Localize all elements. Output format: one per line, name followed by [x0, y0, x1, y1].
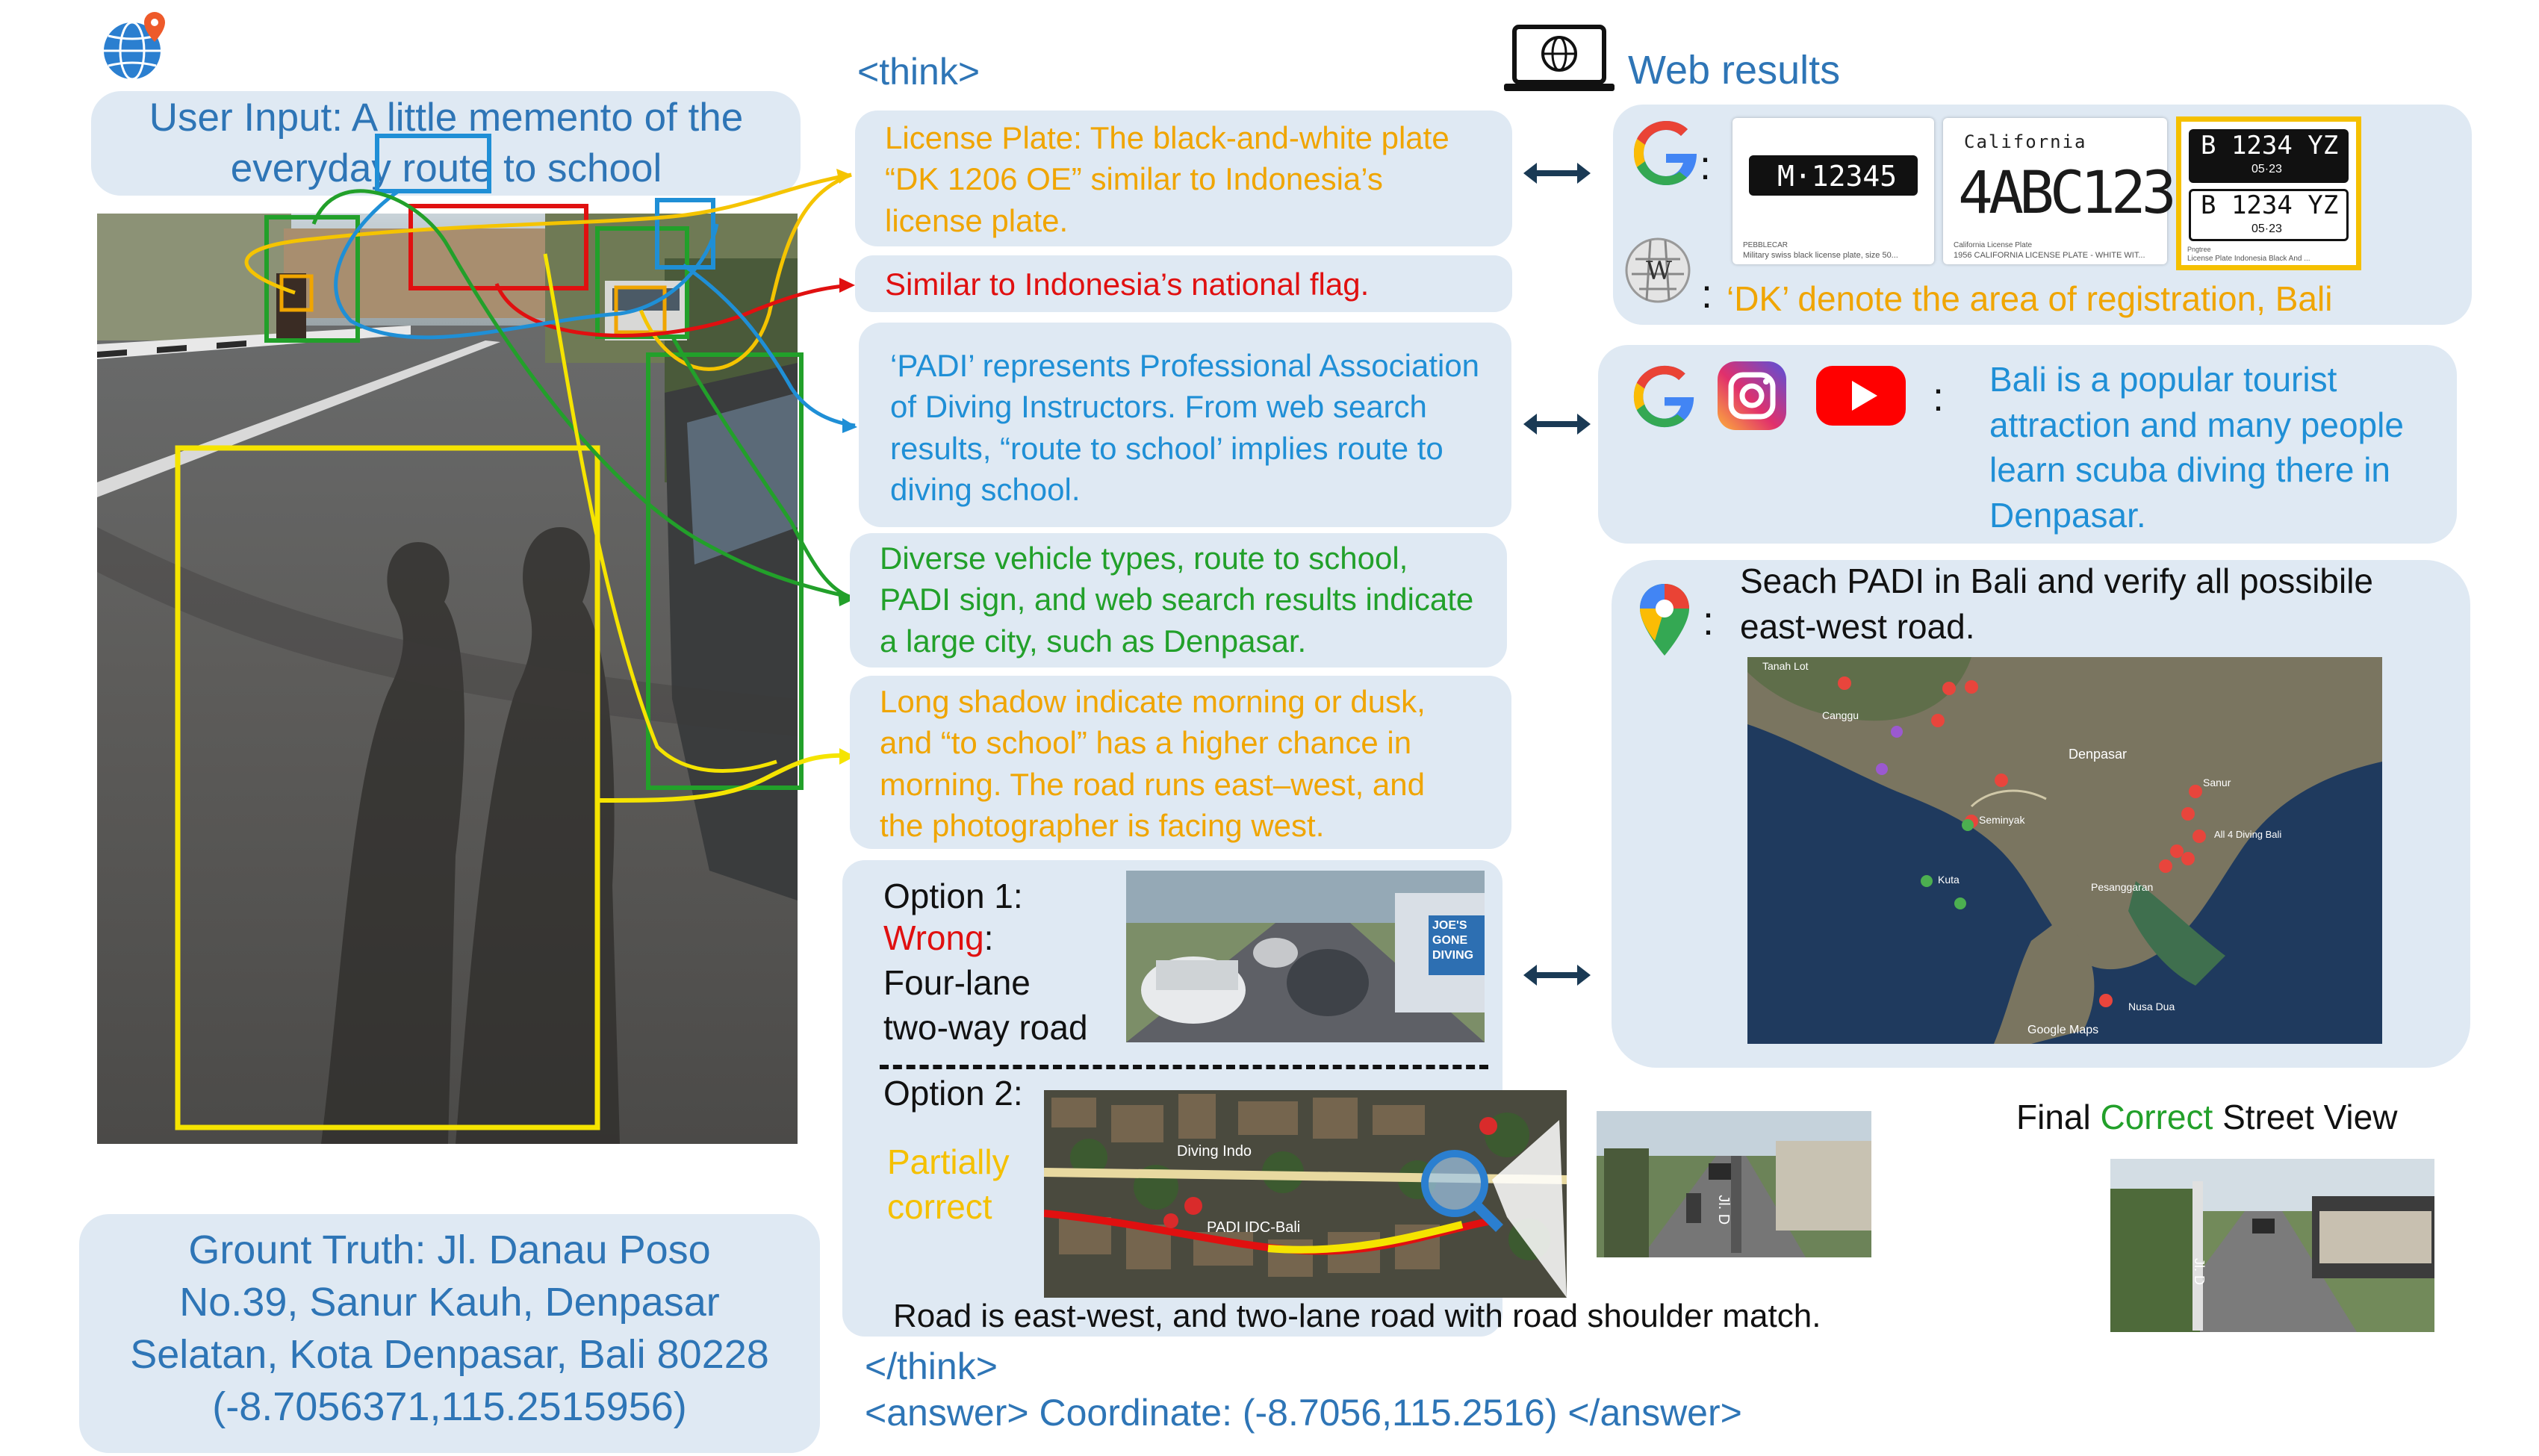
- think-close-tag: </think>: [865, 1345, 998, 1387]
- sign-text-1: JOE'S: [1432, 919, 1467, 932]
- google-maps-icon: [1638, 582, 1691, 657]
- plate-swiss-source: PEBBLECAR: [1743, 241, 1789, 249]
- google-colon: :: [1700, 143, 1712, 188]
- license-plate-text: License Plate: The black-and-white plate…: [885, 120, 1449, 238]
- plate-image-california: California 4ABC123 California License Pl…: [1943, 118, 2177, 264]
- plate-id-1-line2: 05·23: [2251, 163, 2282, 175]
- final-street-view-label: Final Correct Street View: [2016, 1096, 2397, 1138]
- option2-verdict-line-1: Partially: [887, 1142, 1010, 1181]
- double-arrow-2: [1523, 411, 1591, 438]
- option1-desc-line-1: Four-lane: [883, 963, 1031, 1002]
- plate-image-swiss: M·12345 PEBBLECAR Military swiss black l…: [1732, 118, 1934, 264]
- think-open-tag: <think>: [857, 51, 981, 93]
- map-label-sanur: Sanur: [2203, 777, 2231, 788]
- map-label-tanah-lot: Tanah Lot: [1762, 660, 1809, 672]
- youtube-icon: [1815, 363, 1907, 429]
- map-label-all4: All 4 Diving Bali: [2214, 829, 2282, 840]
- plate-ca-caption: 1956 CALIFORNIA LICENSE PLATE - WHITE WI…: [1954, 251, 2145, 260]
- plate-id-source: Pngtree: [2187, 246, 2211, 253]
- final-prefix: Final: [2016, 1098, 2101, 1136]
- plate-ca-text: 4ABC123: [1958, 160, 2177, 227]
- google-icon-2: [1632, 364, 1697, 429]
- plate-swiss-caption: Military swiss black license plate, size…: [1743, 251, 1898, 260]
- final-street-sign: Jl. D: [2191, 1257, 2207, 1285]
- plate-image-indonesia: B 1234 YZ 05·23 B 1234 YZ 05·23 Pngtree …: [2176, 116, 2361, 270]
- ground-truth-line-1: Grount Truth: Jl. Danau Poso: [188, 1228, 711, 1272]
- web-results-title: Web results: [1628, 48, 1841, 93]
- option1-desc-line-2: two-way road: [883, 1008, 1088, 1047]
- final-suffix: Street View: [2213, 1098, 2398, 1136]
- map-label-google: Google Maps: [2027, 1024, 2099, 1036]
- answer-text: <answer> Coordinate: (-8.7056,115.2516) …: [865, 1392, 1742, 1434]
- map-label-denpasar: Denpasar: [2069, 747, 2128, 762]
- ground-truth-line-2: No.39, Sanur Kauh, Denpasar: [179, 1280, 720, 1325]
- ground-truth-line-4: (-8.7056371,115.2515956): [212, 1384, 687, 1429]
- option1-street-photo: JOE'S GONE DIVING: [1126, 871, 1485, 1042]
- options-divider: [880, 1065, 1488, 1069]
- vehicles-text: Diverse vehicle types, route to school, …: [880, 541, 1474, 659]
- maps-colon: :: [1703, 599, 1715, 644]
- double-arrow-1: [1523, 160, 1591, 187]
- street-sign-text: Jl. D: [1715, 1195, 1732, 1225]
- sign-text-2: GONE: [1432, 934, 1468, 947]
- map-label-pesanggaran: Pesanggaran: [2091, 881, 2154, 893]
- bali-satellite-map: Tanah Lot Canggu Seminyak Denpasar Kuta …: [1747, 657, 2382, 1044]
- wiki-colon: :: [1701, 272, 1713, 317]
- svg-text:W: W: [1646, 256, 1672, 286]
- sign-text-3: DIVING: [1432, 949, 1474, 962]
- final-street-photo: Jl. D: [2110, 1159, 2434, 1332]
- padi-text: ‘PADI’ represents Professional Associati…: [890, 348, 1480, 508]
- option2-street-photo: Jl. D: [1597, 1111, 1871, 1257]
- shadow-text: Long shadow indicate morning or dusk, an…: [880, 684, 1426, 844]
- double-arrow-3: [1523, 962, 1591, 989]
- social-result-text: Bali is a popular tourist attraction and…: [1989, 360, 2404, 535]
- map-label-nusa-dua: Nusa Dua: [2128, 1001, 2175, 1012]
- map-label-padi: PADI IDC-Bali: [1207, 1219, 1301, 1236]
- instagram-icon: [1715, 358, 1789, 433]
- option1-verdict: Wrong:: [883, 918, 994, 957]
- wiki-result-text: ‘DK’ denote the area of registration, Ba…: [1727, 279, 2333, 318]
- option2-satellite-map: PADI IDC-Bali Diving Indo: [1044, 1090, 1567, 1298]
- ground-truth-line-3: Selatan, Kota Denpasar, Bali 80228: [130, 1332, 769, 1377]
- social-colon: :: [1933, 375, 1945, 420]
- final-correct: Correct: [2100, 1098, 2213, 1136]
- maps-query-text: Seach PADI in Bali and verify all possib…: [1740, 561, 2374, 646]
- option1-verdict-label: Wrong: [883, 918, 984, 957]
- map-label-diving-indo: Diving Indo: [1177, 1143, 1252, 1160]
- plate-ca-top: California: [1964, 131, 2087, 152]
- plate-id-2-line2: 05·23: [2251, 223, 2282, 235]
- plate-ca-source: California License Plate: [1954, 241, 2033, 249]
- google-icon: [1632, 119, 1700, 187]
- option2-verdict-line-2: correct: [887, 1187, 992, 1226]
- map-label-seminyak: Seminyak: [1979, 814, 2025, 826]
- map-label-kuta: Kuta: [1938, 874, 1960, 886]
- wikipedia-icon: W: [1620, 233, 1695, 308]
- option1-title: Option 1:: [883, 877, 1023, 915]
- flag-text: Similar to Indonesia’s national flag.: [885, 267, 1370, 302]
- plate-id-caption: License Plate Indonesia Black And ...: [2187, 255, 2310, 263]
- plate-id-1-line1: B 1234 YZ: [2201, 131, 2339, 161]
- road-match-text: Road is east-west, and two-lane road wit…: [893, 1298, 1821, 1334]
- plate-swiss-text: M·12345: [1777, 160, 1898, 193]
- map-label-canggu: Canggu: [1822, 709, 1859, 721]
- laptop-globe-icon: [1500, 22, 1619, 97]
- option2-title: Option 2:: [883, 1074, 1023, 1113]
- plate-id-2-line1: B 1234 YZ: [2201, 190, 2339, 220]
